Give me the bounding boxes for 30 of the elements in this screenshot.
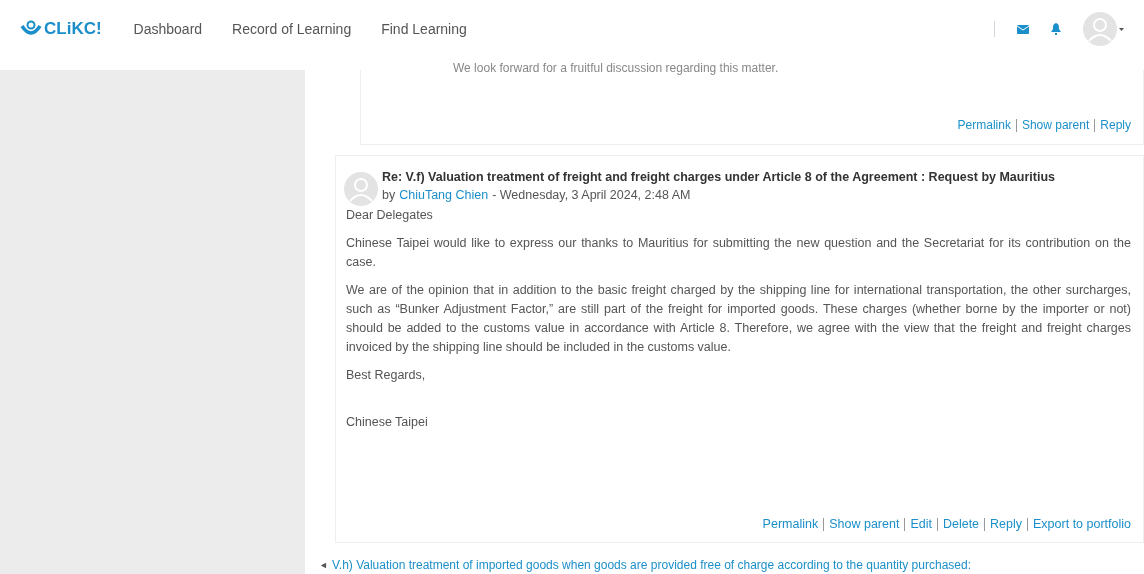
- byline-text: by: [382, 187, 396, 204]
- post-link[interactable]: Edit: [910, 515, 932, 534]
- post-title: Re: V.f) Valuation treatment of freight and freight charges under Article 8 of the Agreement : Request by Mauritius: [382, 169, 1056, 186]
- previous-discussion-link[interactable]: V.h) Valuation treatment of imported goods when goods are provided free of charge according to the quantity purchased:: [331, 557, 971, 573]
- post-link[interactable]: Permalink: [762, 515, 819, 534]
- post-link[interactable]: Reply: [1100, 116, 1131, 134]
- post-text: We look forward for a fruitful discussion regarding this matter.: [453, 60, 780, 76]
- nav-link[interactable]: Find Learning: [381, 18, 467, 40]
- post-paragraph: Chinese Taipei would like to express our thanks to Mauritius for submitting the new question and the Secretariat for its contribution on the case.: [346, 235, 1131, 271]
- post-paragraph: Dear Delegates: [346, 207, 434, 224]
- arrow-icon[interactable]: ◄: [319, 557, 328, 573]
- mail-icon[interactable]: [1017, 24, 1029, 34]
- author-link[interactable]: ChiuTang Chien: [399, 186, 489, 204]
- nav-link[interactable]: Dashboard: [133, 18, 203, 40]
- logo-icon: [20, 20, 42, 38]
- logo[interactable]: CLiKC!: [44, 16, 102, 42]
- post-link[interactable]: Show parent: [829, 515, 900, 534]
- post-paragraph: We are of the opinion that in addition to the basic freight charged by the shipping line for international transportation, the other surcharges, such as “Bunker Adjustment Factor,” are still part of the freight for imported goods. These charges (whether borne by the importer or not) should be added to the customs value in accordance with Article 8. Therefore, we agree with the view that the freight and freight charges invoiced by the shipping line should be included in the customs value.: [346, 282, 1131, 356]
- post-paragraph: Chinese Taipei: [346, 414, 429, 431]
- avatar-icon: [344, 172, 378, 206]
- post-date: - Wednesday, 3 April 2024, 2:48 AM: [492, 187, 691, 204]
- post-link[interactable]: Reply: [990, 515, 1023, 534]
- caret-icon[interactable]: [1119, 27, 1124, 31]
- bell-icon[interactable]: [1051, 23, 1061, 35]
- nav-link[interactable]: Record of Learning: [232, 18, 352, 40]
- post-link[interactable]: Export to portfolio: [1033, 515, 1131, 534]
- post-link[interactable]: Permalink: [957, 116, 1011, 134]
- post-link[interactable]: Show parent: [1021, 116, 1090, 134]
- post-paragraph: Best Regards,: [346, 367, 427, 384]
- post-link[interactable]: Delete: [942, 515, 980, 534]
